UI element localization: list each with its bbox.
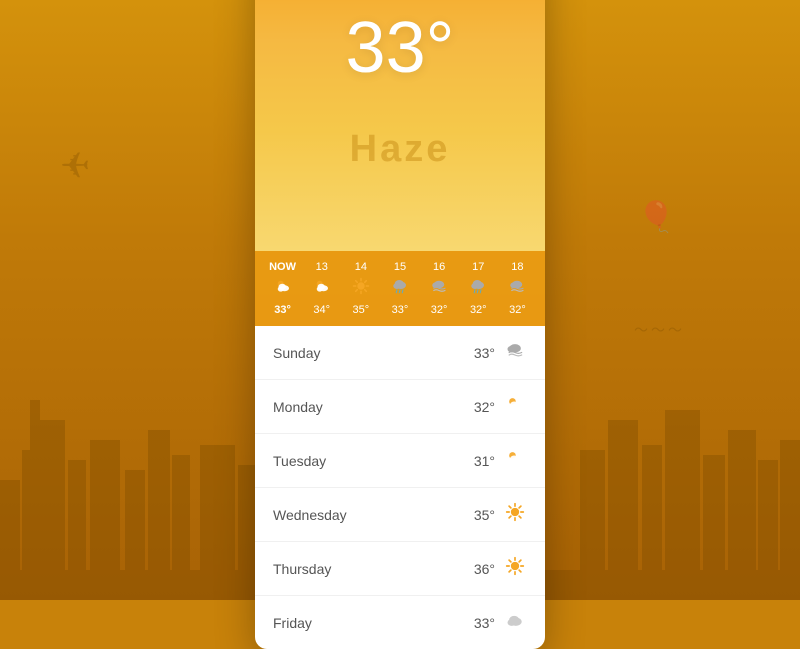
hour-item: 15 33° — [383, 261, 417, 316]
day-weather-icon — [503, 502, 527, 527]
hour-temp: 35° — [353, 304, 370, 316]
daily-row: Sunday 33° — [255, 326, 545, 380]
daily-row: Thursday 36° — [255, 542, 545, 596]
day-temp: 33° — [474, 615, 495, 631]
hour-item: 16 32° — [422, 261, 456, 316]
current-temperature: 33° — [273, 12, 527, 84]
hour-item: 18 32° — [500, 261, 534, 316]
hour-weather-icon — [508, 277, 526, 300]
day-temp: 35° — [474, 507, 495, 523]
hour-label: 16 — [433, 261, 445, 273]
balloon-icon: 🎈 — [638, 200, 675, 235]
condition-watermark: Haze — [255, 128, 545, 171]
daily-row: Friday 33° — [255, 596, 545, 649]
day-temp: 32° — [474, 399, 495, 415]
day-name: Thursday — [273, 561, 474, 577]
day-name: Wednesday — [273, 507, 474, 523]
hour-temp: 32° — [431, 304, 448, 316]
card-top-section: Beijing • • • 33° Haze — [255, 0, 545, 251]
day-temp: 33° — [474, 345, 495, 361]
hour-temp: 34° — [313, 304, 330, 316]
day-name: Friday — [273, 615, 474, 631]
day-temp: 36° — [474, 561, 495, 577]
hour-weather-icon — [313, 277, 331, 300]
hour-label: 18 — [511, 261, 523, 273]
hour-label: NOW — [269, 261, 296, 273]
hour-temp: 33° — [392, 304, 409, 316]
hour-temp: 32° — [470, 304, 487, 316]
hour-temp: 32° — [509, 304, 526, 316]
day-weather-icon — [503, 448, 527, 473]
hour-weather-icon — [274, 277, 292, 300]
hourly-forecast-strip: NOW 33° 13 34° 14 — [255, 251, 545, 326]
hour-weather-icon — [391, 277, 409, 300]
airplane-icon: ✈ — [60, 145, 90, 187]
hour-item: NOW 33° — [266, 261, 300, 316]
daily-row: Tuesday 31° — [255, 434, 545, 488]
day-name: Sunday — [273, 345, 474, 361]
hour-weather-icon — [352, 277, 370, 300]
day-temp: 31° — [474, 453, 495, 469]
daily-row: Wednesday 35° — [255, 488, 545, 542]
nav-dots: • • • — [273, 0, 527, 2]
daily-row: Monday 32° — [255, 380, 545, 434]
hour-item: 13 34° — [305, 261, 339, 316]
day-weather-icon — [503, 394, 527, 419]
hour-weather-icon — [430, 277, 448, 300]
hour-item: 14 35° — [344, 261, 378, 316]
hour-label: 15 — [394, 261, 406, 273]
hour-item: 17 32° — [461, 261, 495, 316]
hour-temp: 33° — [274, 304, 291, 316]
hour-label: 17 — [472, 261, 484, 273]
daily-forecast-list: Sunday 33° Monday 32° Tuesday 31° — [255, 326, 545, 649]
day-weather-icon — [503, 556, 527, 581]
day-weather-icon — [503, 610, 527, 635]
hour-label: 14 — [355, 261, 367, 273]
day-name: Monday — [273, 399, 474, 415]
day-name: Tuesday — [273, 453, 474, 469]
hour-label: 13 — [316, 261, 328, 273]
day-weather-icon — [503, 340, 527, 365]
hour-weather-icon — [469, 277, 487, 300]
weather-card: Beijing • • • 33° Haze NOW 33° 1 — [255, 0, 545, 649]
